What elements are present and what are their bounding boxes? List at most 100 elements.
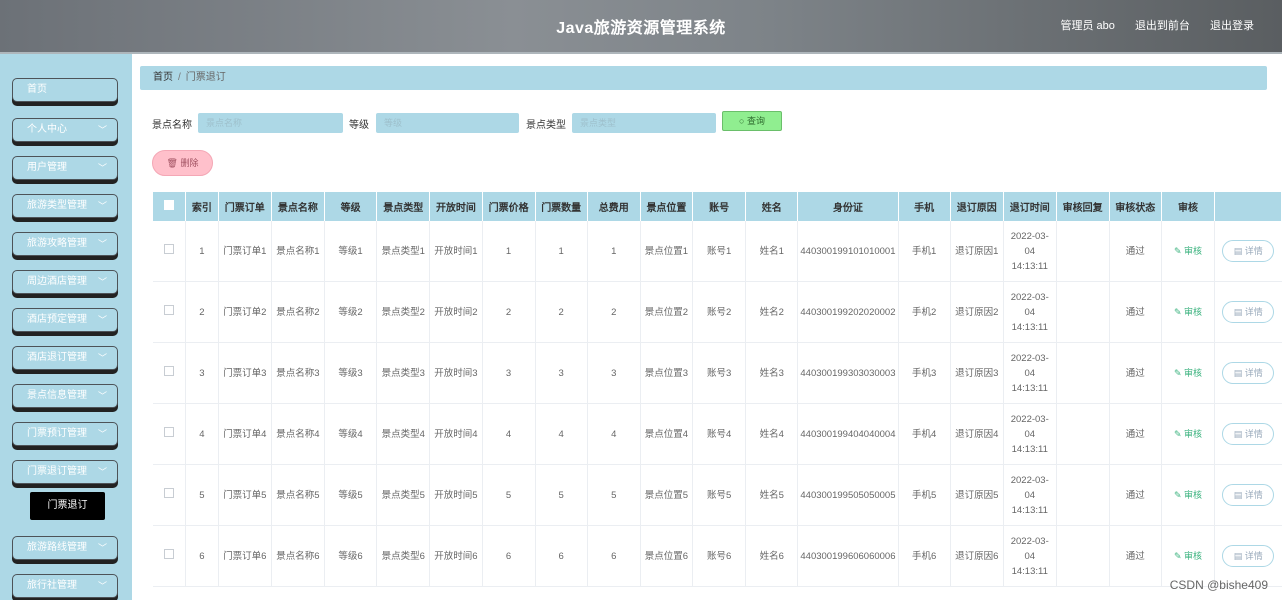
cell-loc: 景点位置1 <box>640 221 694 282</box>
cell-index: 6 <box>185 525 219 587</box>
cell-phone: 手机3 <box>898 342 951 404</box>
row-checkbox[interactable] <box>164 548 175 559</box>
audit-button[interactable]: ✎ 审核 <box>1174 246 1202 256</box>
cell-open: 开放时间3 <box>429 342 483 404</box>
audit-button[interactable]: ✎ 审核 <box>1174 429 1202 439</box>
column-header: 退订时间 <box>1003 192 1057 221</box>
logout-link[interactable]: 退出登录 <box>1210 20 1254 32</box>
row-checkbox[interactable] <box>164 487 175 498</box>
row-select-cell <box>153 525 187 587</box>
sidebar-item[interactable]: 门票退订管理 ﹀ <box>12 460 118 484</box>
cell-loc: 景点位置4 <box>640 403 694 465</box>
spot-name-input[interactable]: 景点名称 <box>198 113 343 133</box>
edit-icon: ✎ <box>1173 245 1184 256</box>
cell-loc: 景点位置2 <box>640 281 694 343</box>
search-button[interactable]: ○ 查询 <box>722 111 782 131</box>
select-all-checkbox[interactable] <box>164 200 175 210</box>
sidebar-item[interactable]: 用户管理 ﹀ <box>12 156 118 180</box>
trash-icon: 🗑 <box>166 158 178 168</box>
cell-phone: 手机4 <box>898 403 951 465</box>
to-front-link[interactable]: 退出到前台 <box>1135 20 1190 32</box>
cell-reply <box>1056 403 1110 465</box>
sidebar-item[interactable]: 酒店退订管理 ﹀ <box>12 346 118 370</box>
audit-button[interactable]: ✎ 审核 <box>1174 307 1202 317</box>
detail-button[interactable]: ▤ 详情 <box>1222 240 1275 262</box>
document-icon: ▤ <box>1233 490 1245 500</box>
detail-button[interactable]: ▤ 详情 <box>1222 301 1275 323</box>
cell-qty: 2 <box>535 281 588 343</box>
audit-button[interactable]: ✎ 审核 <box>1174 490 1202 500</box>
detail-button[interactable]: ▤ 详情 <box>1222 423 1275 445</box>
column-header: 景点类型 <box>376 192 431 221</box>
cell-name: 景点名称2 <box>271 281 325 343</box>
sidebar-item[interactable]: 酒店预定管理 ﹀ <box>12 308 118 332</box>
row-checkbox[interactable] <box>164 426 175 437</box>
detail-button[interactable]: ▤ 详情 <box>1222 484 1275 506</box>
audit-cell: ✎ 审核 <box>1161 221 1216 282</box>
cell-status: 通过 <box>1109 342 1162 404</box>
cell-price: 1 <box>482 221 536 282</box>
sidebar-item-label: 酒店预定管理 <box>27 314 87 325</box>
row-checkbox[interactable] <box>164 304 175 315</box>
sidebar-item-label: 用户管理 <box>27 162 67 173</box>
level-input[interactable]: 等级 <box>376 113 519 133</box>
cell-type: 景点类型1 <box>376 221 431 282</box>
detail-button[interactable]: ▤ 详情 <box>1222 362 1275 384</box>
document-icon: ▤ <box>1233 246 1245 256</box>
cell-uname: 姓名2 <box>745 281 799 343</box>
cell-price: 4 <box>482 403 536 465</box>
column-header: 索引 <box>185 192 219 221</box>
cell-qty: 6 <box>535 525 588 587</box>
audit-button-label: 审核 <box>1183 550 1202 561</box>
audit-button[interactable]: ✎ 审核 <box>1174 368 1202 378</box>
cell-name: 景点名称3 <box>271 342 325 404</box>
column-header: 姓名 <box>745 192 799 221</box>
row-checkbox[interactable] <box>164 365 175 376</box>
audit-button-label: 审核 <box>1183 367 1202 378</box>
sidebar: 首页 个人中心 ﹀ 用户管理 ﹀ 旅游类型管理 ﹀ 旅游攻略管理 ﹀ 周边酒店管理 ﹀ 酒店预定管理 ﹀… <box>0 54 132 600</box>
cell-name: 景点名称4 <box>271 403 325 465</box>
cell-total: 6 <box>587 525 641 587</box>
audit-button[interactable]: ✎ 审核 <box>1174 551 1202 561</box>
sidebar-item[interactable]: 旅游路线管理 ﹀ <box>12 536 118 560</box>
edit-icon: ✎ <box>1173 550 1184 561</box>
cell-loc: 景点位置3 <box>640 342 694 404</box>
cell-uname: 姓名3 <box>745 342 799 404</box>
delete-button[interactable]: 🗑 删除 <box>152 150 213 176</box>
breadcrumb-home[interactable]: 首页 <box>153 72 173 83</box>
sidebar-item[interactable]: 旅游类型管理 ﹀ <box>12 194 118 218</box>
sidebar-item[interactable]: 门票预订管理 ﹀ <box>12 422 118 446</box>
cell-reason: 退订原因6 <box>950 525 1004 587</box>
spot-type-input[interactable]: 景点类型 <box>572 113 716 133</box>
header-links: 管理员 abo 退出到前台 退出登录 <box>1043 17 1254 33</box>
cell-level: 等级6 <box>324 525 378 587</box>
sidebar-item-label: 门票预订管理 <box>27 428 87 439</box>
sidebar-item[interactable]: 首页 <box>12 78 118 102</box>
chevron-down-icon: ﹀ <box>97 163 107 173</box>
sidebar-item[interactable]: 个人中心 ﹀ <box>12 118 118 142</box>
cell-reply <box>1056 281 1110 343</box>
sidebar-item[interactable]: 景点信息管理 ﹀ <box>12 384 118 408</box>
cell-time: 2022-03-04 14:13:11 <box>1003 342 1057 404</box>
sidebar-item[interactable]: 旅游攻略管理 ﹀ <box>12 232 118 256</box>
cell-id: 440300199505050005 <box>797 464 899 526</box>
top-header: Java旅游资源管理系统 管理员 abo 退出到前台 退出登录 <box>0 0 1282 54</box>
sidebar-item[interactable]: 周边酒店管理 ﹀ <box>12 270 118 294</box>
cell-total: 5 <box>587 464 641 526</box>
search-button-label: 查询 <box>746 116 765 126</box>
row-select-cell <box>153 221 187 282</box>
audit-cell: ✎ 审核 <box>1161 464 1216 526</box>
spot-type-label: 景点类型 <box>526 120 566 131</box>
table-row: 1 门票订单1 景点名称1 等级1 景点类型1 开放时间1 1 1 1 景点位置1 账号1 姓名1 44… <box>153 221 1282 282</box>
cell-total: 1 <box>587 221 641 282</box>
cell-type: 景点类型4 <box>376 403 431 465</box>
edit-icon: ✎ <box>1173 489 1184 500</box>
cell-type: 景点类型6 <box>376 525 431 587</box>
column-header <box>1214 192 1282 221</box>
detail-button[interactable]: ▤ 详情 <box>1222 545 1275 567</box>
sidebar-item[interactable]: 旅行社管理 ﹀ <box>12 574 118 598</box>
cell-order: 门票订单4 <box>218 403 272 465</box>
cell-reply <box>1056 221 1110 282</box>
sidebar-subitem-ticket-refund[interactable]: 门票退订 <box>30 492 105 520</box>
row-checkbox[interactable] <box>164 243 175 254</box>
